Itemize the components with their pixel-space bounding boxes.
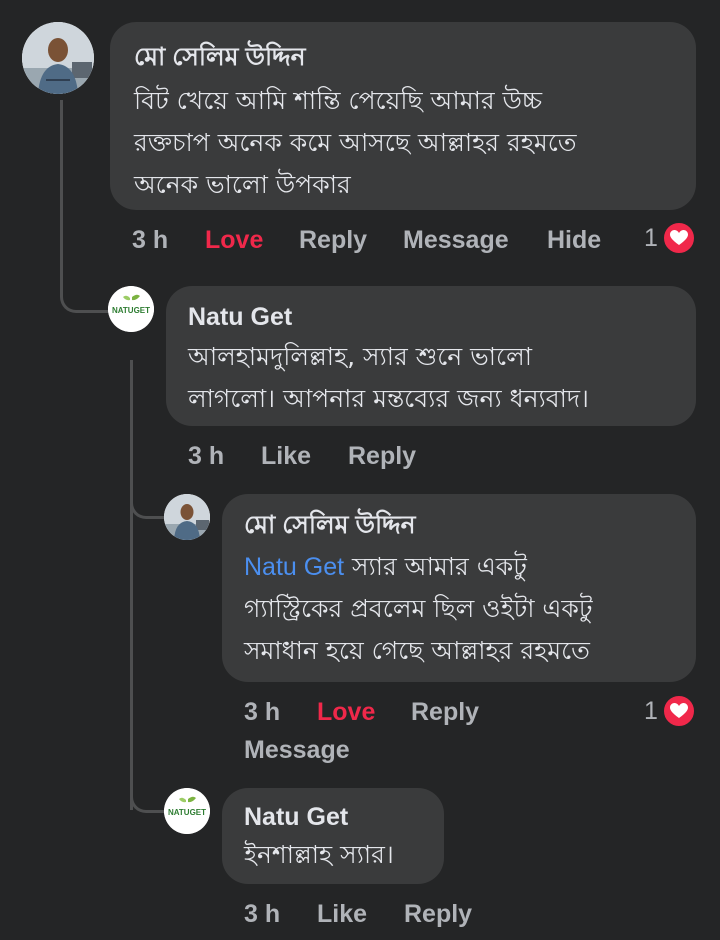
message-button[interactable]: Message [244,736,350,765]
comment-text-line: বিট খেয়ে আমি শান্তি পেয়েছি আমার উচ্চ [134,86,543,115]
reaction-count[interactable]: 1 [644,694,696,728]
message-button[interactable]: Message [403,226,509,255]
reaction-count[interactable]: 1 [644,221,696,255]
comment-text-line: রক্তচাপ অনেক কমে আসছে আল্লাহর রহমতে [134,128,577,157]
logo-text: NATUGET [168,808,206,817]
comment-bubble: Natu Get ইনশাল্লাহ স্যার। [222,788,444,884]
reply-button[interactable]: Reply [404,900,472,929]
comment-author[interactable]: Natu Get [188,302,674,332]
person-photo-icon [164,494,210,540]
timestamp[interactable]: 3 h [244,900,280,929]
comment-text-fragment: স্যার আমার একটু [352,552,527,581]
comment-bubble: Natu Get আলহামদুলিল্লাহ, স্যার শুনে ভালো… [166,286,696,426]
timestamp[interactable]: 3 h [132,226,168,255]
timestamp[interactable]: 3 h [188,442,224,471]
comment-text-line: ইনশাল্লাহ স্যার। [244,840,394,869]
person-photo-icon [22,22,94,94]
reply-button[interactable]: Reply [299,226,367,255]
comment-bubble: মো সেলিম উদ্দিন বিট খেয়ে আমি শান্তি পেয… [110,22,696,210]
thread-line-3 [130,490,167,519]
thread-line-2 [130,360,133,810]
comment-author[interactable]: মো সেলিম উদ্দিন [244,510,674,540]
logo-text: NATUGET [112,306,150,315]
timestamp[interactable]: 3 h [244,698,280,727]
like-button[interactable]: Like [317,900,367,929]
comment-text: Natu Get স্যার আমার একটু গ্যাস্ট্রিকের প… [244,546,674,672]
comment-text: ইনশাল্লাহ স্যার। [244,834,422,876]
reply-button[interactable]: Reply [348,442,416,471]
hide-button[interactable]: Hide [547,226,601,255]
comment-text-line: লাগলো। আপনার মন্তব্যের জন্য ধন্যবাদ। [188,384,590,413]
comment-text-line: সমাধান হয়ে গেছে আল্লাহর রহমতে [244,636,590,665]
heart-icon [661,694,696,728]
reply-button[interactable]: Reply [411,698,479,727]
natuget-logo: NATUGET [108,286,154,332]
reaction-count-value: 1 [644,223,658,252]
avatar[interactable] [22,22,94,94]
comment-text: আলহামদুলিল্লাহ, স্যার শুনে ভালো লাগলো। আ… [188,336,674,420]
like-button[interactable]: Like [261,442,311,471]
love-button[interactable]: Love [317,698,375,727]
comment-text: বিট খেয়ে আমি শান্তি পেয়েছি আমার উচ্চ র… [134,80,672,206]
mention-link[interactable]: Natu Get [244,553,344,581]
reaction-count-value: 1 [644,696,658,725]
thread-line-1 [60,100,111,313]
comment-author[interactable]: মো সেলিম উদ্দিন [134,42,672,72]
comment-text-line: গ্যাস্ট্রিকের প্রবলেম ছিল ওইটা একটু [244,594,593,623]
avatar[interactable]: NATUGET [108,286,154,332]
avatar[interactable] [164,494,210,540]
comment-text-line: Natu Get স্যার আমার একটু [244,546,674,588]
natuget-logo: NATUGET [164,788,210,834]
comment-text-line: আলহামদুলিল্লাহ, স্যার শুনে ভালো [188,342,532,371]
thread-line-4 [130,770,167,813]
heart-icon [661,221,696,255]
comment-text-line: অনেক ভালো উপকার [134,170,351,199]
avatar[interactable]: NATUGET [164,788,210,834]
comment-bubble: মো সেলিম উদ্দিন Natu Get স্যার আমার একটু… [222,494,696,682]
comment-author[interactable]: Natu Get [244,802,422,832]
love-button[interactable]: Love [205,226,263,255]
